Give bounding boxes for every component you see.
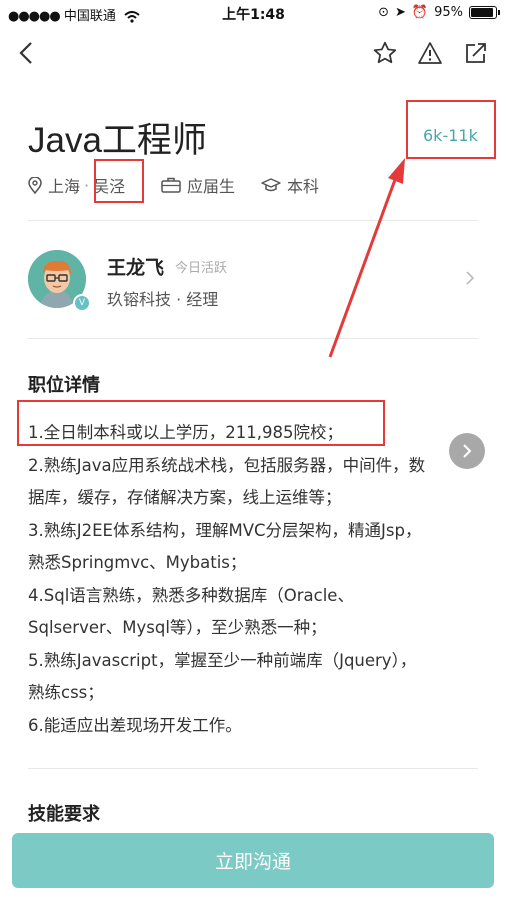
annotation-arrow bbox=[328, 158, 405, 358]
chat-now-button[interactable]: 立即沟通 bbox=[12, 833, 494, 888]
